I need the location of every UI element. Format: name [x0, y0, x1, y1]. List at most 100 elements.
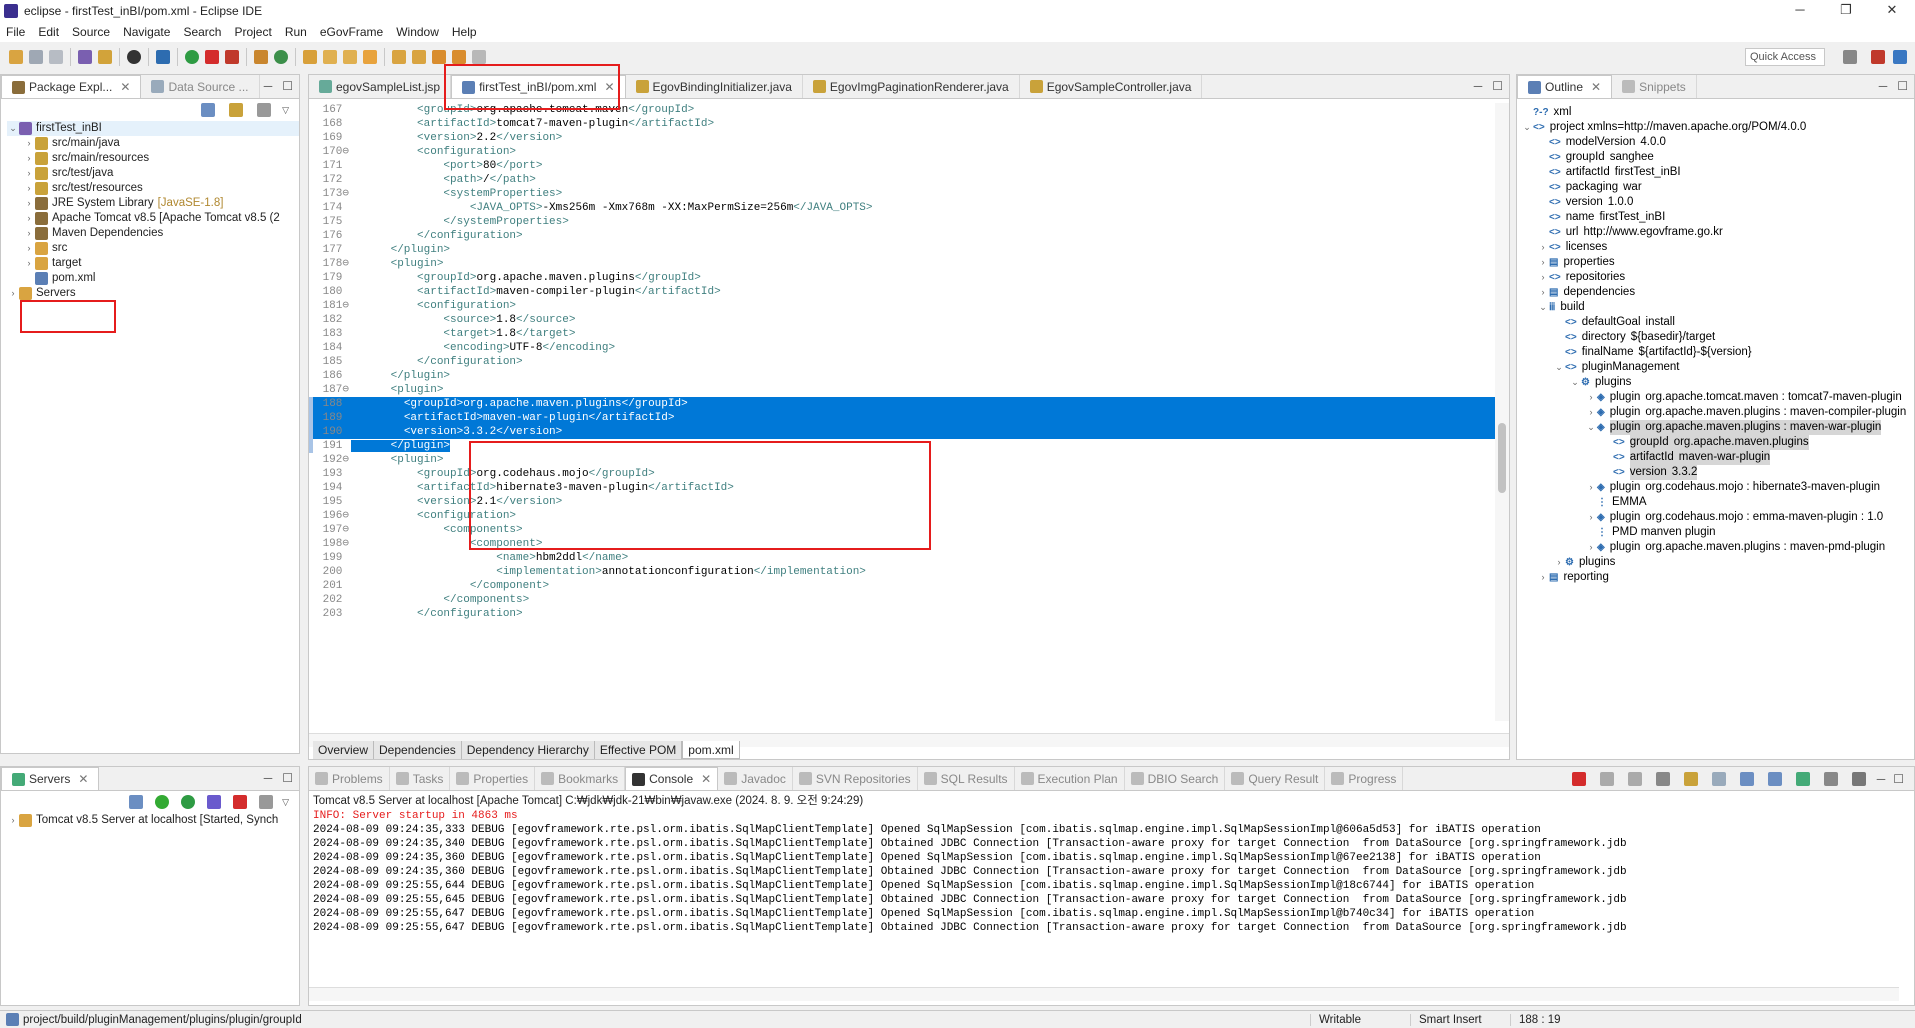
collapse-all-icon[interactable] [129, 795, 144, 809]
tree-item[interactable]: › Servers [7, 286, 299, 301]
outline-item[interactable]: ?-? xml [1521, 105, 1914, 120]
editor-tab-2[interactable]: EgovBindingInitializer.java [626, 75, 803, 98]
expand-icon[interactable]: › [1585, 405, 1597, 420]
publish-icon[interactable] [259, 795, 274, 809]
tab-snippets[interactable]: Snippets [1612, 75, 1697, 98]
outline-item[interactable]: <> packaging war [1521, 180, 1914, 195]
open-console-icon[interactable] [1851, 772, 1866, 786]
menu-source[interactable]: Source [72, 25, 110, 39]
collapse-icon[interactable]: ⌄ [1585, 420, 1597, 435]
console-toggle-icon[interactable] [156, 50, 170, 64]
display-console-icon[interactable] [1823, 772, 1838, 786]
profile-server-icon[interactable] [207, 795, 222, 809]
scroll-lock-icon[interactable] [1683, 772, 1698, 786]
next-annotation-icon[interactable] [392, 50, 406, 64]
outline-item[interactable]: ⋮ EMMA [1521, 495, 1914, 510]
outline-item[interactable]: <> artifactId firstTest_inBI [1521, 165, 1914, 180]
outline-item[interactable]: › ◈ plugin org.apache.tomcat.maven : tomcat… [1521, 390, 1914, 405]
outline-item[interactable]: › ◈ plugin org.codehaus.mojo : hibernate3-m… [1521, 480, 1914, 495]
expand-icon[interactable]: › [1537, 570, 1549, 585]
tab-javadoc[interactable]: Javadoc [718, 767, 793, 790]
vertical-scrollbar[interactable] [1495, 103, 1509, 721]
tab-package-explorer[interactable]: Package Expl... ✕ [1, 75, 142, 98]
open-folder-icon[interactable] [303, 50, 317, 64]
minimize-view-icon[interactable]: ─ [1474, 79, 1483, 93]
close-icon[interactable]: ✕ [120, 80, 130, 94]
expand-icon[interactable]: › [23, 226, 35, 241]
tree-item[interactable]: pom.xml [7, 271, 299, 286]
last-edit-icon[interactable] [452, 50, 466, 64]
collapse-all-icon[interactable] [201, 103, 216, 117]
expand-icon[interactable]: › [1585, 540, 1597, 555]
server-item[interactable]: › Tomcat v8.5 Server at localhost [Starte… [1, 813, 299, 828]
expand-icon[interactable]: › [23, 181, 35, 196]
open-perspective-icon[interactable] [1843, 50, 1857, 64]
remove-launch-icon[interactable] [1599, 772, 1614, 786]
expand-icon[interactable]: › [1585, 510, 1597, 525]
outline-item[interactable]: ⋮ PMD manven plugin [1521, 525, 1914, 540]
minimize-view-icon[interactable]: ─ [264, 79, 273, 93]
tree-item[interactable]: › src/main/resources [7, 151, 299, 166]
outline-item[interactable]: › ◈ plugin org.apache.maven.plugins : maven… [1521, 405, 1914, 420]
minimize-view-icon[interactable]: ─ [264, 771, 273, 785]
tree-item[interactable]: › Maven Dependencies [7, 226, 299, 241]
outline-item[interactable]: ⌄ <> pluginManagement [1521, 360, 1914, 375]
close-icon[interactable]: ✕ [1591, 80, 1601, 94]
outline-item[interactable]: <> modelVersion 4.0.0 [1521, 135, 1914, 150]
expand-icon[interactable]: › [23, 166, 35, 181]
tree-item[interactable]: › target [7, 256, 299, 271]
show-stdout-icon[interactable] [1739, 772, 1754, 786]
maximize-view-icon[interactable]: ☐ [1492, 79, 1503, 93]
tab-outline[interactable]: Outline ✕ [1517, 75, 1613, 98]
expand-icon[interactable]: › [23, 256, 35, 271]
outline-item[interactable]: <> defaultGoal install [1521, 315, 1914, 330]
outline-item[interactable]: <> version 1.0.0 [1521, 195, 1914, 210]
close-icon[interactable]: ✕ [78, 772, 88, 786]
menu-search[interactable]: Search [183, 25, 221, 39]
word-wrap-icon[interactable] [1711, 772, 1726, 786]
expand-icon[interactable]: › [1585, 390, 1597, 405]
outline-item[interactable]: › ▤ dependencies [1521, 285, 1914, 300]
tree-item[interactable]: › Apache Tomcat v8.5 [Apache Tomcat v8.5 … [7, 211, 299, 226]
outline-item[interactable]: <> version 3.3.2 [1521, 465, 1914, 480]
view-menu-icon[interactable]: ▽ [282, 797, 289, 808]
code-editor[interactable]: 167 <groupId>org.apache.tomcat.maven</gr… [309, 103, 1509, 733]
link-editor-icon[interactable] [229, 103, 244, 117]
new-project-icon[interactable] [254, 50, 268, 64]
outline-item[interactable]: <> groupId sanghee [1521, 150, 1914, 165]
save-icon[interactable] [29, 50, 43, 64]
tab-sql-results[interactable]: SQL Results [918, 767, 1015, 790]
pom-tab-pom-xml[interactable]: pom.xml [682, 741, 740, 759]
search-icon[interactable] [343, 50, 357, 64]
remove-all-icon[interactable] [1627, 772, 1642, 786]
stop-icon[interactable] [205, 50, 219, 64]
outline-item[interactable]: <> url http://www.egovframe.go.kr [1521, 225, 1914, 240]
pom-tab-dependency-hierarchy[interactable]: Dependency Hierarchy [461, 741, 595, 759]
tree-item[interactable]: › src/test/java [7, 166, 299, 181]
egov-perspective-icon[interactable] [1893, 50, 1907, 64]
tab-svn-repositories[interactable]: SVN Repositories [793, 767, 918, 790]
menu-project[interactable]: Project [234, 25, 271, 39]
collapse-icon[interactable]: ⌄ [1569, 375, 1581, 390]
outline-item[interactable]: › ◈ plugin org.apache.maven.plugins : maven… [1521, 540, 1914, 555]
expand-icon[interactable]: › [1537, 285, 1549, 300]
tab-problems[interactable]: Problems [309, 767, 390, 790]
editor-tab-0[interactable]: egovSampleList.jsp [309, 75, 452, 98]
console-output[interactable]: Tomcat v8.5 Server at localhost [Apache … [309, 791, 1914, 937]
tab-data-source[interactable]: Data Source ... [141, 75, 260, 98]
annotation-icon[interactable] [363, 50, 377, 64]
editor-tab-4[interactable]: EgovSampleController.java [1020, 75, 1203, 98]
maximize-view-icon[interactable]: ☐ [1897, 79, 1908, 93]
expand-icon[interactable]: › [7, 813, 19, 828]
close-icon[interactable]: ✕ [701, 772, 711, 786]
menu-run[interactable]: Run [285, 25, 307, 39]
tree-item[interactable]: › src [7, 241, 299, 256]
outline-item[interactable]: ⌄ ⚙ plugins [1521, 375, 1914, 390]
maximize-view-icon[interactable]: ☐ [1893, 772, 1904, 786]
collapse-icon[interactable]: ⌄ [7, 121, 19, 136]
show-stderr-icon[interactable] [1767, 772, 1782, 786]
new-class-icon[interactable] [274, 50, 288, 64]
tab-execution-plan[interactable]: Execution Plan [1015, 767, 1125, 790]
outline-item[interactable]: › <> repositories [1521, 270, 1914, 285]
outline-item[interactable]: › ⚙ plugins [1521, 555, 1914, 570]
